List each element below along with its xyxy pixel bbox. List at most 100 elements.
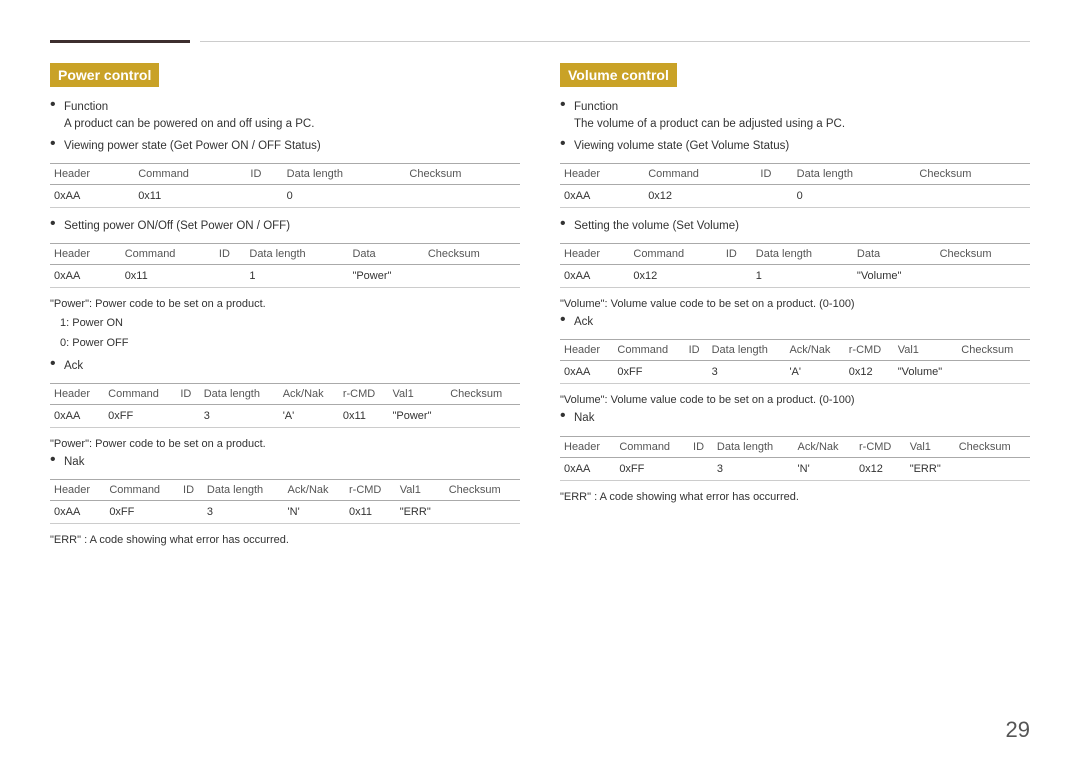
col-header-datalength: Data length [245,244,348,265]
col-header-command: Command [644,163,756,184]
cell-datalength: 0 [283,184,406,207]
col-header-datalength: Data length [752,244,853,265]
cell-header: 0xAA [50,501,105,524]
col-header-rcmd: r-CMD [855,436,906,457]
cell-command: 0x12 [644,184,756,207]
table-row: 0xAA 0x11 1 "Power" [50,265,520,288]
power-ack-table: Header Command ID Data length Ack/Nak r-… [50,383,520,428]
cell-command: 0xFF [613,361,684,384]
col-header-rcmd: r-CMD [339,383,389,404]
power-err-note: "ERR" : A code showing what error has oc… [50,534,520,546]
col-header-checksum: Checksum [424,244,520,265]
cell-val1: "Power" [388,404,446,427]
power-note1: "Power": Power code to be set on a produ… [50,298,520,310]
cell-id [179,501,203,524]
bullet-icon: • [50,136,64,152]
cell-header: 0xAA [560,265,629,288]
cell-rcmd: 0x12 [855,457,906,480]
table-row: 0xAA 0x11 0 [50,184,520,207]
bullet-icon: • [50,216,64,232]
col-header-id: ID [246,163,282,184]
cell-command: 0xFF [104,404,176,427]
table-row: 0xAA 0xFF 3 'N' 0x12 "ERR" [560,457,1030,480]
power-control-title: Power control [50,63,159,87]
col-header-header: Header [50,480,105,501]
cell-val1: "ERR" [396,501,445,524]
volume-function-bullet: • Function The volume of a product can b… [560,99,1030,134]
col-header-checksum: Checksum [955,436,1030,457]
cell-data: "Volume" [853,265,936,288]
power-view-table: Header Command ID Data length Checksum 0… [50,163,520,208]
volume-nak-bullet: • Nak [560,410,1030,427]
volume-ack-text: Ack [574,314,593,331]
volume-note1: "Volume": Volume value code to be set on… [560,298,1030,310]
cell-datalength: 1 [752,265,853,288]
col-header-id: ID [176,383,199,404]
cell-data: "Power" [348,265,423,288]
power-setting-bullet: • Setting power ON/Off (Set Power ON / O… [50,218,520,235]
cell-header: 0xAA [560,361,613,384]
cell-id [215,265,245,288]
col-header-command: Command [613,340,684,361]
power-note2: "Power": Power code to be set on a produ… [50,438,520,450]
col-header-header: Header [560,244,629,265]
col-header-command: Command [629,244,721,265]
cell-datalength: 3 [203,501,284,524]
power-nak-table-section: Header Command ID Data length Ack/Nak r-… [50,479,520,524]
bullet-icon: • [560,97,574,113]
col-header-datalength: Data length [793,163,916,184]
volume-ack-bullet: • Ack [560,314,1030,331]
col-header-command: Command [615,436,689,457]
col-header-val1: Val1 [388,383,446,404]
volume-view-table: Header Command ID Data length Checksum 0… [560,163,1030,208]
col-header-rcmd: r-CMD [845,340,894,361]
cell-acknak: 'A' [785,361,844,384]
col-header-header: Header [560,436,615,457]
power-ack-table-section: Header Command ID Data length Ack/Nak r-… [50,383,520,428]
cell-datalength: 0 [793,184,916,207]
power-viewing-text: Viewing power state (Get Power ON / OFF … [64,138,321,155]
cell-rcmd: 0x11 [345,501,396,524]
cell-command: 0xFF [105,501,179,524]
col-header-datalength: Data length [713,436,794,457]
cell-val1: "ERR" [906,457,955,480]
page: Power control • Function A product can b… [0,0,1080,610]
volume-view-table-section: Header Command ID Data length Checksum 0… [560,163,1030,208]
col-header-acknak: Ack/Nak [785,340,844,361]
volume-nak-table-section: Header Command ID Data length Ack/Nak r-… [560,436,1030,481]
col-header-header: Header [50,244,121,265]
top-line-thin [200,41,1030,42]
col-header-checksum: Checksum [936,244,1030,265]
table-row: 0xAA 0xFF 3 'A' 0x12 "Volume" [560,361,1030,384]
cell-checksum [445,501,520,524]
bullet-icon: • [50,97,64,113]
col-header-checksum: Checksum [445,480,520,501]
bullet-icon: • [560,408,574,424]
cell-rcmd: 0x11 [339,404,389,427]
cell-checksum [915,184,1030,207]
power-ack-text: Ack [64,358,83,375]
cell-command: 0xFF [615,457,689,480]
power-function-text: Function A product can be powered on and… [64,99,314,134]
col-header-header: Header [560,163,644,184]
volume-note2: "Volume": Volume value code to be set on… [560,394,1030,406]
col-header-id: ID [689,436,713,457]
volume-viewing-bullet: • Viewing volume state (Get Volume Statu… [560,138,1030,155]
cell-id [722,265,752,288]
volume-control-section: Volume control • Function The volume of … [560,63,1030,550]
cell-checksum [936,265,1030,288]
power-view-table-section: Header Command ID Data length Checksum 0… [50,163,520,208]
power-set-table: Header Command ID Data length Data Check… [50,243,520,288]
cell-id [685,361,708,384]
cell-acknak: 'N' [284,501,345,524]
cell-header: 0xAA [50,265,121,288]
col-header-acknak: Ack/Nak [279,383,339,404]
table-row: 0xAA 0xFF 3 'N' 0x11 "ERR" [50,501,520,524]
cell-id [756,184,792,207]
power-on-label: 1: Power ON 0: Power OFF [60,314,520,354]
col-header-val1: Val1 [396,480,445,501]
cell-acknak: 'A' [279,404,339,427]
power-set-table-section: Header Command ID Data length Data Check… [50,243,520,288]
volume-setting-text: Setting the volume (Set Volume) [574,218,739,235]
volume-err-note: "ERR" : A code showing what error has oc… [560,491,1030,503]
